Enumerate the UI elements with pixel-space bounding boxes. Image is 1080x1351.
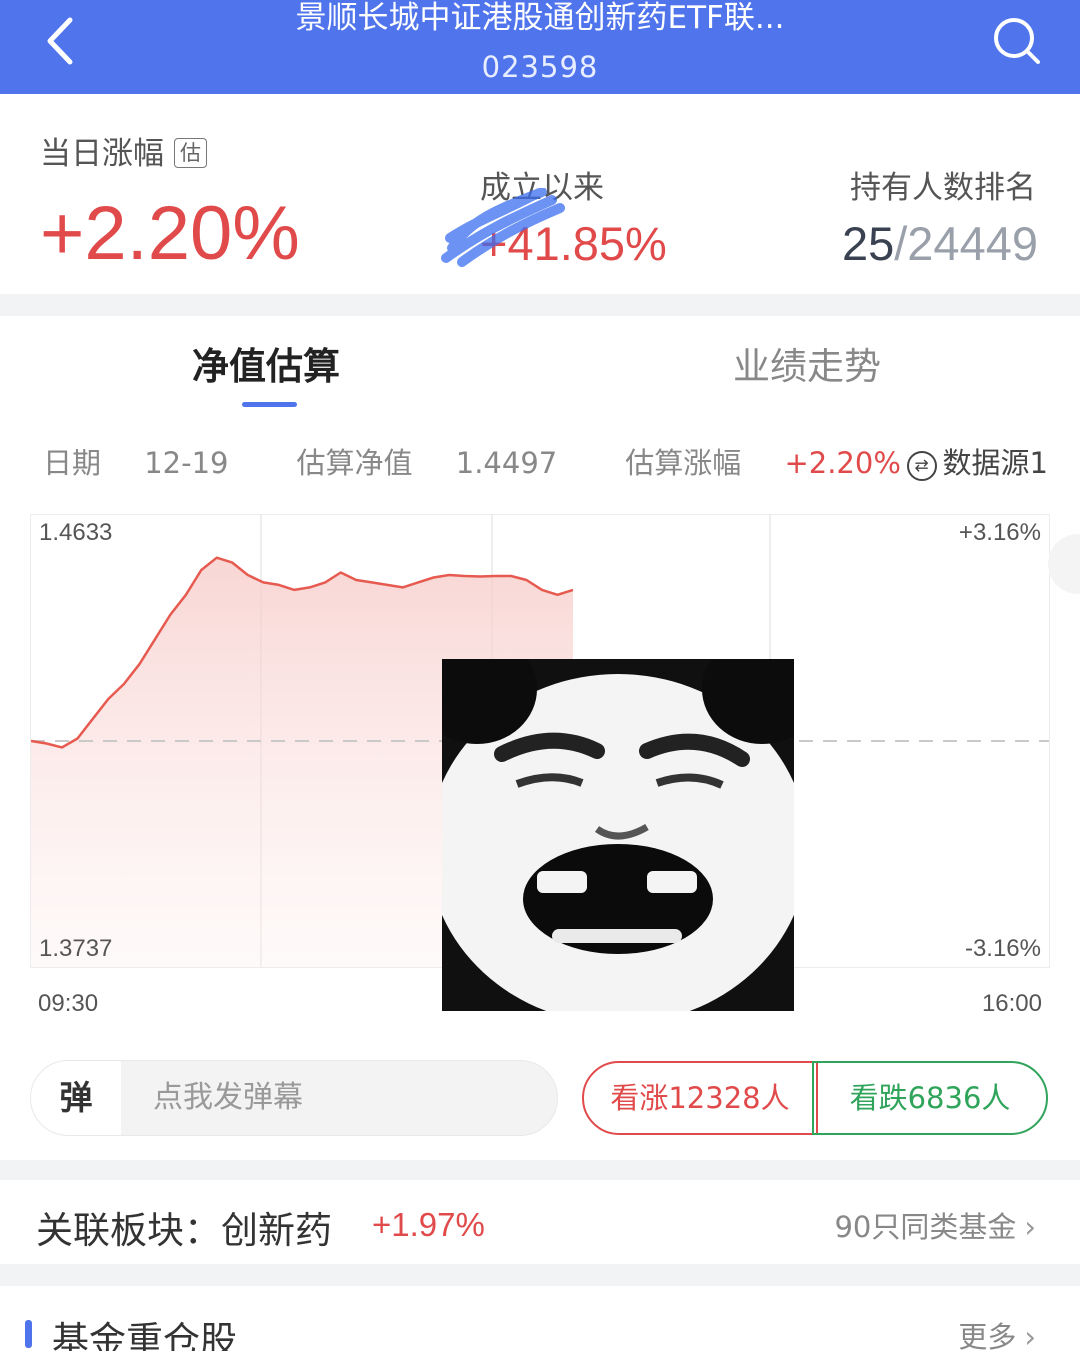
danmu-input[interactable]: 弹 点我发弹幕 (30, 1060, 558, 1136)
chevron-right-icon: › (1024, 1210, 1036, 1244)
holder-rank-total: /24449 (894, 217, 1038, 270)
y-right-min-label: -3.16% (964, 935, 1041, 962)
estimate-date: 日期 12-19 (43, 446, 229, 480)
estimate-tag: 估 (174, 138, 207, 168)
switch-icon: ⇄ (906, 451, 937, 481)
data-source-label: 数据源1 (942, 446, 1048, 480)
holder-rank-number: 25 (841, 217, 895, 270)
y-left-min-label: 1.3737 (39, 935, 113, 962)
related-sector-change: +1.97% (372, 1206, 485, 1243)
fund-title: 景顺长城中证港股通创新药ETF联... (295, 0, 785, 36)
data-source-switch[interactable]: ⇄ 数据源1 (906, 440, 1048, 482)
related-sector-label: 关联板块：创新药 (36, 1209, 332, 1252)
peer-funds-link[interactable]: 90只同类基金 › (834, 1204, 1036, 1246)
x-start-label: 09:30 (38, 990, 99, 1017)
daily-change-label: 当日涨幅估 (40, 128, 207, 173)
danmu-toggle-button[interactable]: 弹 (31, 1061, 121, 1135)
fund-code: 023598 (481, 50, 599, 84)
top-holdings-title: 基金重仓股 (52, 1319, 237, 1351)
holder-rank-value[interactable]: 25/24449 (842, 216, 1038, 271)
more-holdings-link[interactable]: 更多 › (958, 1314, 1036, 1351)
holder-rank-label: 持有人数排名 (850, 170, 1036, 206)
chevron-right-icon: › (1024, 1320, 1036, 1351)
danmu-placeholder: 点我发弹幕 (153, 1080, 303, 1115)
estimate-nav: 估算净值 1.4497 (296, 446, 558, 480)
search-icon[interactable] (990, 14, 1044, 68)
blue-scribble-mark (441, 188, 565, 267)
x-end-label: 16:00 (981, 990, 1042, 1017)
y-right-max-label: +3.16% (958, 519, 1041, 546)
y-left-max-label: 1.4633 (39, 519, 113, 546)
top-holdings-section: 基金重仓股 更多 › (0, 1286, 1080, 1351)
daily-change-value: +2.20% (40, 191, 300, 276)
bearish-vote-button[interactable]: 看跌6836人 (812, 1061, 1048, 1135)
fund-summary: 当日涨幅估 +2.20% 成立以来 +41.85% 持有人数排名 25/2444… (0, 94, 1080, 294)
active-tab-indicator (242, 402, 297, 407)
side-drawer-handle[interactable] (1048, 534, 1080, 594)
tab-performance-trend[interactable]: 业绩走势 (733, 336, 881, 390)
nav-header: 景顺长城中证港股通创新药ETF联... 023598 (0, 0, 1080, 94)
estimate-change: 估算涨幅 +2.20% (625, 446, 901, 480)
estimate-info-row: 日期 12-19 估算净值 1.4497 估算涨幅 +2.20% (43, 440, 969, 482)
tab-nav-estimate[interactable]: 净值估算 (192, 336, 340, 390)
bullish-vote-button[interactable]: 看涨12328人 (582, 1061, 818, 1135)
chart-card: 净值估算 业绩走势 日期 12-19 估算净值 1.4497 估算涨幅 +2.20%… (0, 316, 1080, 1160)
related-sector-row[interactable]: 关联板块：创新药 +1.97% 90只同类基金 › (0, 1180, 1080, 1264)
panda-meme-image (442, 659, 794, 1011)
section-accent-bar (25, 1320, 32, 1348)
